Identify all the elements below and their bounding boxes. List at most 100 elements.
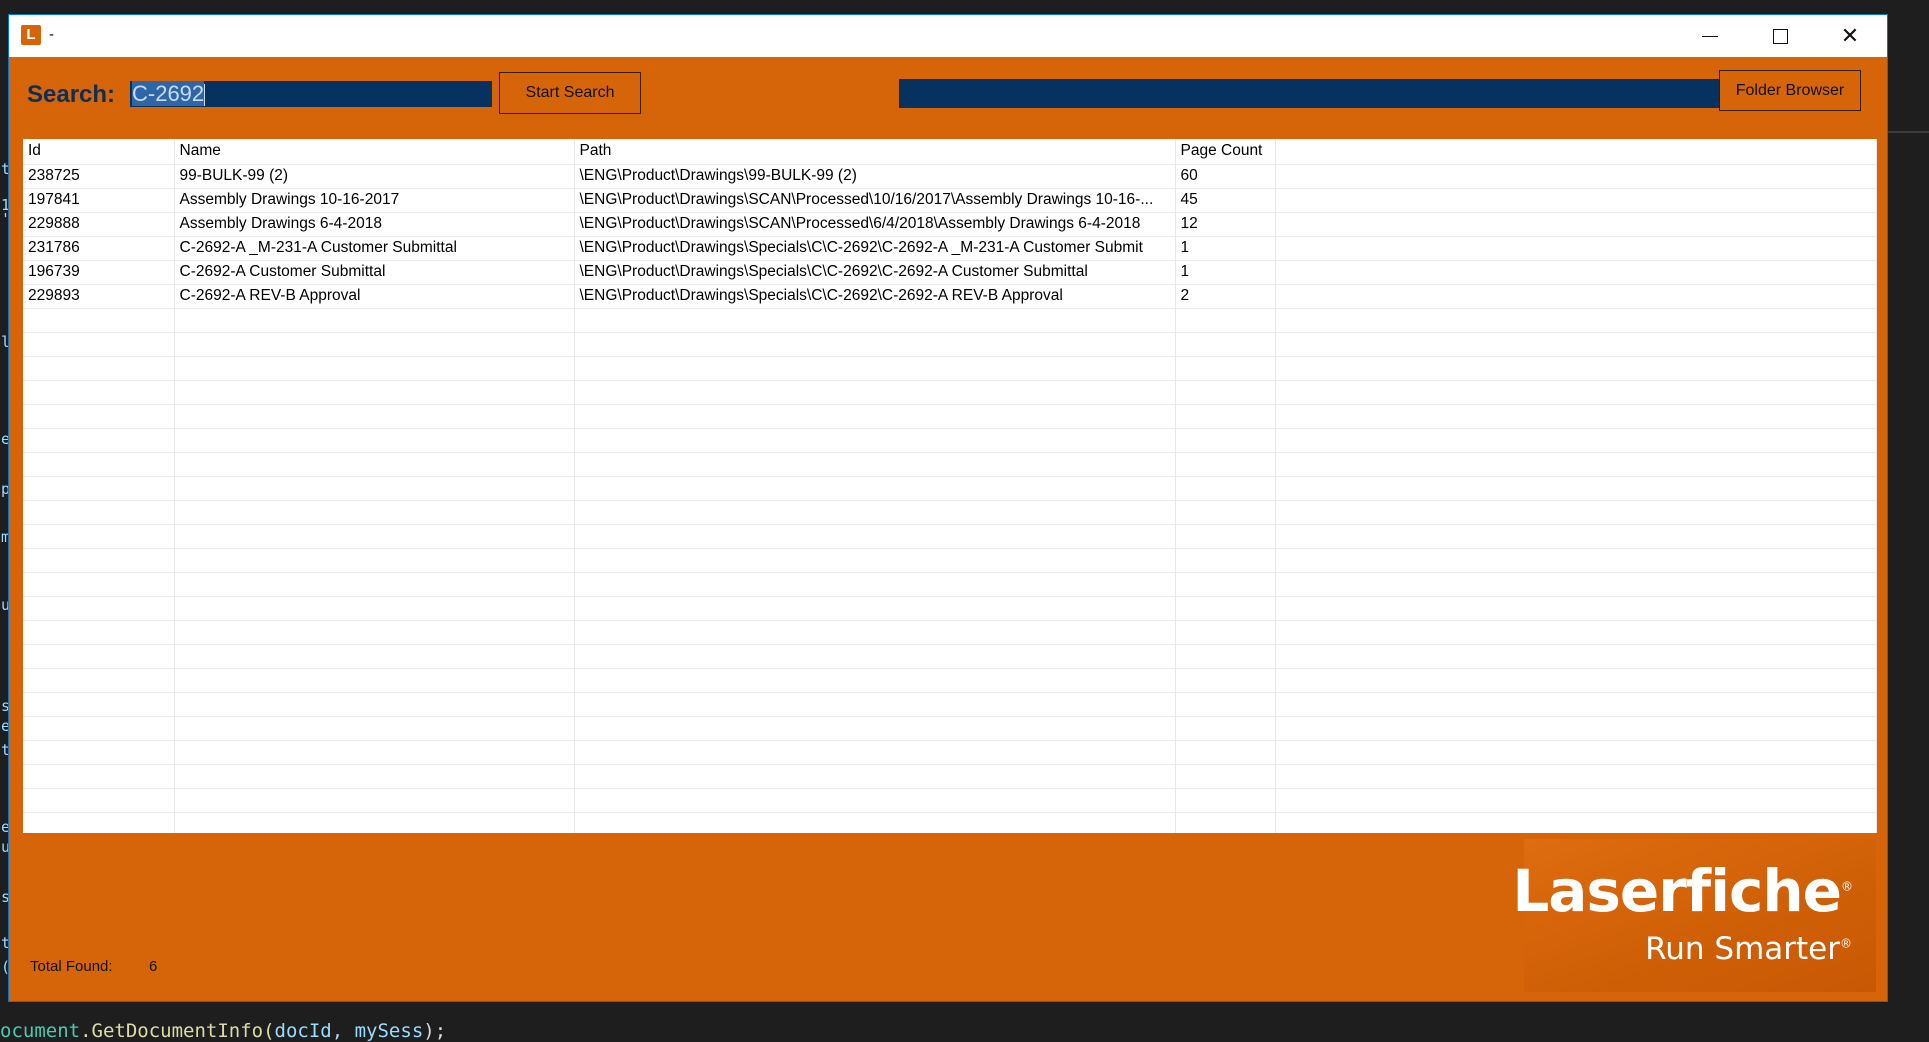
column-header-path[interactable]: Path — [574, 139, 1176, 165]
empty-cell — [23, 476, 175, 501]
logo-name-text: Laserfiche — [1512, 857, 1842, 925]
total-found-value: 6 — [149, 958, 158, 975]
empty-cell — [574, 812, 1176, 833]
empty-cell — [1275, 500, 1877, 525]
empty-row — [23, 404, 1877, 429]
cell-id: 197841 — [23, 188, 175, 213]
empty-row — [23, 452, 1877, 477]
empty-cell — [574, 644, 1176, 669]
cell-id: 196739 — [23, 260, 175, 285]
search-input[interactable]: C-2692 — [130, 81, 492, 107]
empty-row — [23, 356, 1877, 381]
empty-cell — [1275, 404, 1877, 429]
empty-cell — [1275, 716, 1877, 741]
start-search-button[interactable]: Start Search — [499, 72, 641, 114]
empty-row — [23, 716, 1877, 741]
code-method: .GetDocumentInfo( — [80, 1020, 275, 1042]
empty-cell — [1175, 812, 1276, 833]
cell-name: C-2692-A Customer Submittal — [174, 260, 575, 285]
close-button[interactable]: ✕ — [1815, 15, 1885, 57]
empty-cell — [174, 716, 575, 741]
empty-row — [23, 524, 1877, 549]
cell-path: \ENG\Product\Drawings\Specials\C\C-2692\… — [574, 284, 1176, 309]
empty-cell — [1275, 572, 1877, 597]
empty-cell — [1175, 620, 1276, 645]
cell-id: 229888 — [23, 212, 175, 237]
empty-cell — [1175, 788, 1276, 813]
text-caret — [204, 84, 206, 107]
empty-row — [23, 788, 1877, 813]
table-row[interactable]: 238725 99-BULK-99 (2) \ENG\Product\Drawing… — [23, 164, 1877, 189]
empty-row — [23, 620, 1877, 645]
empty-cell — [174, 380, 575, 405]
empty-cell — [574, 692, 1176, 717]
empty-cell — [174, 644, 575, 669]
empty-cell — [174, 788, 575, 813]
empty-cell — [23, 452, 175, 477]
empty-cell — [174, 308, 575, 333]
empty-cell — [23, 356, 175, 381]
empty-cell — [574, 740, 1176, 765]
empty-cell — [174, 764, 575, 789]
table-row[interactable]: 197841 Assembly Drawings 10-16-2017 \ENG\P… — [23, 188, 1877, 213]
folder-browser-button[interactable]: Folder Browser — [1719, 70, 1861, 111]
cell-filler — [1275, 260, 1877, 285]
empty-cell — [174, 572, 575, 597]
app-window: L - ✕ Search: C-2692 Start Search Folder… — [8, 14, 1888, 1002]
logo-registered-mark: ® — [1841, 879, 1853, 894]
total-found-label: Total Found: — [30, 958, 113, 975]
empty-cell — [1175, 716, 1276, 741]
empty-row — [23, 668, 1877, 693]
empty-cell — [174, 620, 575, 645]
column-header-name[interactable]: Name — [174, 139, 575, 165]
logo-tagline-text: Run Smarter — [1645, 931, 1840, 967]
empty-cell — [23, 500, 175, 525]
minimize-button[interactable] — [1675, 15, 1745, 57]
table-row[interactable]: 229888 Assembly Drawings 6-4-2018 \ENG\Pro… — [23, 212, 1877, 237]
empty-cell — [1275, 740, 1877, 765]
empty-row — [23, 764, 1877, 789]
empty-cell — [23, 572, 175, 597]
empty-cell — [23, 764, 175, 789]
empty-cell — [23, 380, 175, 405]
empty-cell — [174, 740, 575, 765]
empty-cell — [1175, 764, 1276, 789]
cell-page-count: 1 — [1175, 236, 1276, 261]
title-bar[interactable]: L - ✕ — [9, 15, 1887, 57]
cell-page-count: 45 — [1175, 188, 1276, 213]
results-body: 238725 99-BULK-99 (2) \ENG\Product\Drawing… — [23, 164, 1877, 833]
empty-row — [23, 332, 1877, 357]
empty-cell — [1175, 596, 1276, 621]
table-row[interactable]: 229893 C-2692-A REV-B Approval \ENG\Produc… — [23, 284, 1877, 309]
empty-cell — [174, 332, 575, 357]
search-input-value: C-2692 — [132, 81, 205, 106]
empty-cell — [1175, 476, 1276, 501]
cell-filler — [1275, 188, 1877, 213]
empty-cell — [174, 524, 575, 549]
cell-id: 231786 — [23, 236, 175, 261]
empty-row — [23, 476, 1877, 501]
laserfiche-logo: Laserfiche® Run Smarter® — [1512, 839, 1876, 992]
folder-path-field[interactable] — [899, 79, 1721, 108]
table-row[interactable]: 196739 C-2692-A Customer Submittal \ENG\Pr… — [23, 260, 1877, 285]
empty-cell — [1275, 764, 1877, 789]
empty-cell — [174, 812, 575, 833]
empty-cell — [574, 572, 1176, 597]
empty-cell — [574, 524, 1176, 549]
cell-filler — [1275, 236, 1877, 261]
maximize-button[interactable] — [1745, 15, 1815, 57]
cell-name: C-2692-A _M-231-A Customer Submittal — [174, 236, 575, 261]
empty-cell — [1275, 692, 1877, 717]
empty-cell — [1275, 452, 1877, 477]
table-row[interactable]: 231786 C-2692-A _M-231-A Customer Submitt… — [23, 236, 1877, 261]
empty-cell — [23, 812, 175, 833]
column-header-page-count[interactable]: Page Count — [1175, 139, 1276, 165]
empty-cell — [23, 308, 175, 333]
cell-name: 99-BULK-99 (2) — [174, 164, 575, 189]
column-header-id[interactable]: Id — [23, 139, 175, 165]
empty-cell — [1175, 428, 1276, 453]
results-grid[interactable]: Id Name Path Page Count 238725 99-BULK-99… — [23, 139, 1877, 833]
empty-cell — [1175, 644, 1276, 669]
empty-cell — [1175, 692, 1276, 717]
cell-path: \ENG\Product\Drawings\Specials\C\C-2692\… — [574, 236, 1176, 261]
